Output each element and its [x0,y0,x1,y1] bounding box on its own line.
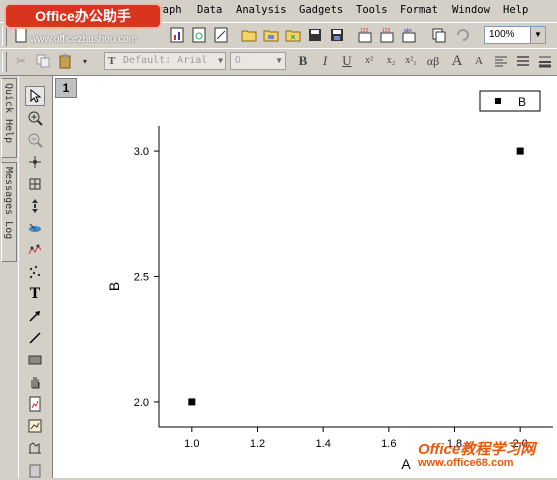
font-size-select[interactable]: 0 ▼ [230,52,286,70]
duplicate-icon[interactable] [430,26,448,44]
open-template-icon[interactable] [262,26,280,44]
watermark-bottom-url: www.office68.com [418,457,514,469]
scatter-points-icon[interactable] [25,262,45,282]
supersubscript-button[interactable]: x²₁ [402,52,420,70]
new-layout-icon[interactable] [212,26,230,44]
align-left-icon[interactable] [492,52,510,70]
tools-toolbar: T [18,76,49,478]
chevron-down-icon[interactable]: ▾ [76,52,94,70]
x-tick-label: 1.4 [316,438,331,450]
zoom-select[interactable]: 100% ▼ [484,26,546,44]
save-icon[interactable] [306,26,324,44]
line-style-icon[interactable] [514,52,532,70]
toolbar-grip[interactable] [2,26,7,46]
superscript-button[interactable]: x² [360,52,378,70]
chevron-down-icon[interactable]: ▼ [275,53,283,69]
pointer-tool-icon[interactable] [25,86,45,106]
graph-window[interactable]: 1.0 1.2 1.4 1.6 1.8 2.0 2.0 2.5 3.0 A B B [52,76,557,478]
zoom-value: 100% [489,29,515,40]
menu-help[interactable]: Help [503,4,528,16]
insert-layer-icon[interactable] [25,416,45,436]
tab-messages-log-label: Messages Log [3,167,14,240]
insert-graph-icon[interactable] [25,394,45,414]
rectangle-tool-icon[interactable] [25,350,45,370]
data-point [188,398,196,406]
y-tick-label: 3.0 [134,146,149,158]
layer-tab[interactable]: 1 [55,78,77,98]
data-point [516,147,524,155]
legend-label: B [518,95,526,109]
data-selector-icon[interactable] [25,196,45,216]
decrease-font-button[interactable]: A [470,52,488,70]
menu-analysis[interactable]: Analysis [236,4,287,16]
format-toolbar: ✂ ▾ T Default: Arial ▼ 0 ▼ B I U x² x₂ x… [0,48,557,76]
open-excel-icon[interactable] [284,26,302,44]
x-tick-label: 1.6 [381,438,396,450]
bold-button[interactable]: B [294,52,312,70]
x-axis-label: A [401,456,411,472]
new-excel-icon[interactable] [190,26,208,44]
refresh-icon[interactable] [454,26,472,44]
paste-icon[interactable] [56,52,74,70]
menu-format[interactable]: Format [400,4,438,16]
subscript-button[interactable]: x₂ [382,52,400,70]
data-reader-icon[interactable] [25,174,45,194]
y-axis-label: B [106,282,122,291]
font-select[interactable]: T Default: Arial ▼ [104,52,226,70]
screen-reader-icon[interactable] [25,152,45,172]
chevron-down-icon[interactable]: ▼ [218,53,223,69]
region-tool-icon[interactable] [25,438,45,458]
svg-text:abc: abc [404,28,413,34]
menu-data[interactable]: Data [197,4,222,16]
import-ascii-icon[interactable]: 123 [356,26,374,44]
side-panel-tabs: Quick Help Messages Log [0,76,18,478]
open-folder-icon[interactable] [240,26,258,44]
new-graph-icon[interactable] [168,26,186,44]
arrow-tool-icon[interactable] [25,306,45,326]
copy-icon[interactable] [34,52,52,70]
menu-tools[interactable]: Tools [356,4,388,16]
hand-tool-icon[interactable] [25,372,45,392]
y-tick-label: 2.5 [134,272,149,284]
import-multiple-icon[interactable]: 123 [378,26,396,44]
line-width-icon[interactable] [536,52,554,70]
mask-points-icon[interactable] [25,240,45,260]
draw-data-icon[interactable] [25,218,45,238]
new-project-icon[interactable] [12,26,30,44]
tab-quick-help[interactable]: Quick Help [1,78,17,158]
zoom-out-icon[interactable] [25,130,45,150]
y-tick-label: 2.0 [134,397,149,409]
font-size-value: 0 [235,55,241,66]
save-template-icon[interactable] [328,26,346,44]
import-wizard-icon[interactable]: abc [400,26,418,44]
tab-messages-log[interactable]: Messages Log [1,162,17,262]
menu-gadgets[interactable]: Gadgets [299,4,343,16]
watermark-url: www.officezhushou.com [30,34,138,45]
scatter-plot[interactable]: 1.0 1.2 1.4 1.6 1.8 2.02.02.53.0AB B [53,76,557,478]
greek-button[interactable]: αβ [424,52,442,70]
x-tick-label: 1.0 [184,438,199,450]
menu-window[interactable]: Window [452,4,490,16]
more-tools-icon[interactable] [25,460,45,480]
watermark-logo: Office办公助手 [6,5,160,27]
svg-text:123: 123 [382,28,391,34]
text-tool-icon[interactable]: T [25,284,45,304]
tab-quick-help-label: Quick Help [3,83,14,144]
zoom-in-icon[interactable] [25,108,45,128]
watermark-bottom-logo: Office教程学习网 [418,441,536,458]
toolbar-grip[interactable] [2,52,7,72]
truetype-icon: T [108,55,116,67]
chevron-down-icon[interactable]: ▼ [530,27,545,43]
increase-font-button[interactable]: A [448,52,466,70]
legend-box [479,90,541,112]
svg-text:123: 123 [360,28,369,34]
cut-icon[interactable]: ✂ [12,52,30,70]
italic-button[interactable]: I [316,52,334,70]
watermark-bottom: Office教程学习网 www.office68.com [418,438,557,474]
legend-marker [495,98,501,104]
x-tick-label: 1.2 [250,438,265,450]
font-name: Default: Arial [123,55,208,66]
line-tool-icon[interactable] [25,328,45,348]
underline-button[interactable]: U [338,52,356,70]
